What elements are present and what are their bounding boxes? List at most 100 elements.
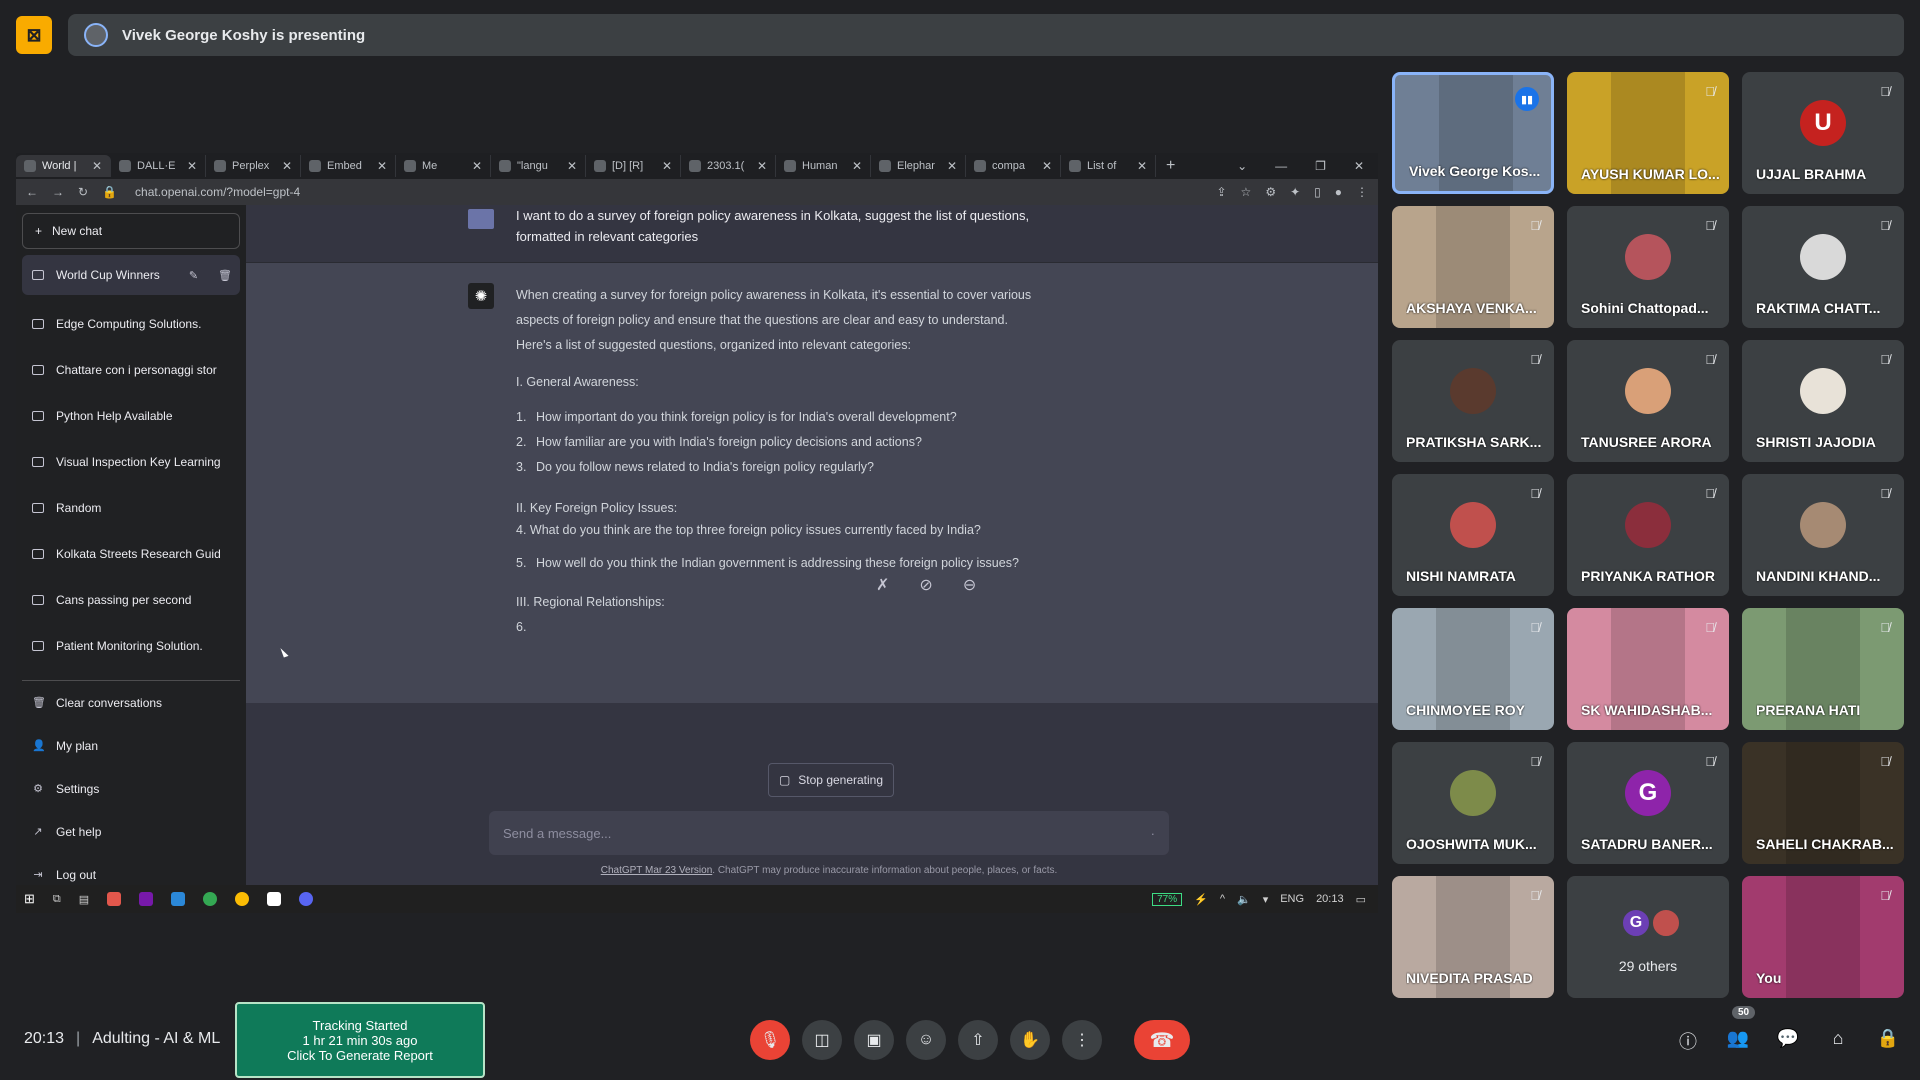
windows-start-icon[interactable]: ⊞ [24, 891, 35, 907]
new-tab-icon[interactable]: + [1156, 157, 1185, 175]
browser-tab[interactable]: DALL·E ✕ [111, 155, 206, 177]
url-field[interactable]: chat.openai.com/?model=gpt-4 [135, 185, 300, 199]
browser-tab[interactable]: Me ✕ [396, 155, 491, 177]
edit-icon[interactable]: ✎ [189, 269, 206, 282]
close-window-icon[interactable]: ✕ [1354, 159, 1364, 173]
network-icon[interactable]: ▾ [1263, 893, 1269, 906]
mic-off-icon[interactable]: 🎙 [750, 1020, 790, 1060]
browser-tab[interactable]: World | ✕ [16, 155, 111, 177]
browser-tab[interactable]: [D] [R] ✕ [586, 155, 681, 177]
people-icon[interactable]: 👥 50 [1726, 1006, 1756, 1054]
participant-tile[interactable]: 🎙̸ NISHI NAMRATA [1392, 474, 1554, 596]
notification-icon[interactable]: ▭ [1356, 893, 1366, 906]
participant-tile[interactable]: 🎙̸ PRATIKSHA SARK... [1392, 340, 1554, 462]
participant-tile[interactable]: 🎙̸ TANUSREE ARORA [1567, 340, 1729, 462]
participant-tile[interactable]: 🎙̸ OJOSHWITA MUK... [1392, 742, 1554, 864]
close-tab-icon[interactable]: ✕ [282, 159, 292, 173]
browser-tab[interactable]: Embed ✕ [301, 155, 396, 177]
minus-circle-icon[interactable]: ⊖ [963, 575, 976, 595]
camera-icon[interactable]: ◫ [802, 1020, 842, 1060]
stop-generating-button[interactable]: ▢ Stop generating [768, 763, 894, 797]
emoji-icon[interactable]: ☺ [906, 1020, 946, 1060]
participant-tile[interactable]: G 🎙̸ SATADRU BANER... [1567, 742, 1729, 864]
chrome-icon[interactable] [203, 892, 218, 906]
chat-history-item[interactable]: Visual Inspection Key Learning [22, 439, 240, 485]
participant-tile[interactable]: 🎙̸ SK WAHIDASHAB... [1567, 608, 1729, 730]
volume-icon[interactable]: 🔈 [1237, 893, 1251, 906]
app-icon[interactable] [171, 892, 186, 906]
chat-history-item[interactable]: Cans passing per second [22, 577, 240, 623]
chat-history-item[interactable]: Random [22, 485, 240, 531]
present-screen-icon[interactable]: ⇧ [958, 1020, 998, 1060]
browser-tab[interactable]: 2303.1(✕ [681, 155, 776, 177]
sidepanel-icon[interactable]: ▯ [1314, 185, 1321, 199]
participant-tile[interactable]: 🎙̸ NIVEDITA PRASAD [1392, 876, 1554, 998]
chat-history-item[interactable]: Kolkata Streets Research Guid [22, 531, 240, 577]
language-indicator[interactable]: ENG [1280, 893, 1304, 905]
participant-tile[interactable]: 🎙̸ SAHELI CHAKRAB... [1742, 742, 1904, 864]
send-icon[interactable]: · [1151, 826, 1155, 841]
tab-search-icon[interactable]: ⌄ [1237, 159, 1247, 173]
onenote-icon[interactable] [139, 892, 154, 906]
info-icon[interactable]: ⓘ [1676, 1028, 1700, 1054]
version-link[interactable]: ChatGPT Mar 23 Version [601, 865, 713, 876]
sidebar-menu-item[interactable]: 👤 My plan [22, 724, 240, 767]
chat-history-item[interactable]: Python Help Available [22, 393, 240, 439]
activities-icon[interactable]: ⌂ [1826, 1028, 1850, 1054]
app-icon[interactable] [107, 892, 122, 906]
explorer-icon[interactable]: ▤ [79, 893, 89, 906]
raise-hand-icon[interactable]: ✋ [1010, 1020, 1050, 1060]
participant-tile[interactable]: 🎙̸ Sohini Chattopad... [1567, 206, 1729, 328]
close-tab-icon[interactable]: ✕ [472, 159, 482, 173]
participant-tile[interactable]: ▮▮ Vivek George Kos... [1392, 72, 1554, 194]
close-tab-icon[interactable]: ✕ [947, 159, 957, 173]
participant-tile[interactable]: G 29 others [1567, 876, 1729, 998]
sidebar-menu-item[interactable]: 🗑 Clear conversations [22, 681, 240, 724]
close-tab-icon[interactable]: ✕ [757, 159, 767, 173]
close-tab-icon[interactable]: ✕ [1137, 159, 1147, 173]
chat-icon[interactable]: 💬 [1776, 1028, 1800, 1054]
chat-history-item[interactable]: Chattare con i personaggi stor [22, 347, 240, 393]
extension-icon[interactable]: ⚙ [1265, 185, 1276, 199]
captions-icon[interactable]: ▣ [854, 1020, 894, 1060]
close-tab-icon[interactable]: ✕ [1042, 159, 1052, 173]
browser-tab[interactable]: Elephar ✕ [871, 155, 966, 177]
more-options-icon[interactable]: ⋮ [1062, 1020, 1102, 1060]
browser-tab[interactable]: Perplex ✕ [206, 155, 301, 177]
close-tab-icon[interactable]: ✕ [662, 159, 672, 173]
tracking-report-button[interactable]: Tracking Started 1 hr 21 min 30s ago Cli… [235, 1002, 485, 1078]
share-icon[interactable]: ⇪ [1216, 185, 1226, 199]
chat-history-item[interactable]: Edge Computing Solutions. [22, 301, 240, 347]
browser-tab[interactable]: Human ✕ [776, 155, 871, 177]
stop-presenting-icon[interactable]: ⊠ [16, 16, 52, 54]
chrome-icon[interactable] [235, 892, 250, 906]
message-input[interactable]: Send a message... · [489, 811, 1169, 855]
back-icon[interactable]: ← [26, 185, 38, 199]
reload-icon[interactable]: ↻ [78, 185, 88, 199]
chat-history-item[interactable]: Patient Monitoring Solution. [22, 623, 240, 669]
participant-tile[interactable]: 🎙̸ You [1742, 876, 1904, 998]
maximize-icon[interactable]: ❐ [1315, 159, 1326, 173]
participant-tile[interactable]: 🎙̸ CHINMOYEE ROY [1392, 608, 1554, 730]
participant-tile[interactable]: 🎙̸ NANDINI KHAND... [1742, 474, 1904, 596]
browser-tab[interactable]: "langu ✕ [491, 155, 586, 177]
chat-history-item[interactable]: World Cup Winners ✎ 🗑 [22, 255, 240, 295]
close-tab-icon[interactable]: ✕ [567, 159, 577, 173]
new-chat-button[interactable]: + New chat [22, 213, 240, 249]
star-icon[interactable]: ☆ [1241, 185, 1252, 199]
crossed-pin-icon[interactable]: ✗ [876, 575, 889, 595]
participant-tile[interactable]: 🎙̸ AYUSH KUMAR LO... [1567, 72, 1729, 194]
trash-icon[interactable]: 🗑 [218, 269, 240, 282]
participant-tile[interactable]: U 🎙̸ UJJAL BRAHMA [1742, 72, 1904, 194]
sidebar-menu-item[interactable]: ⚙ Settings [22, 767, 240, 810]
end-call-icon[interactable]: ☎ [1134, 1020, 1190, 1060]
close-tab-icon[interactable]: ✕ [92, 159, 102, 173]
clock[interactable]: 20:13 [1316, 893, 1344, 905]
minimize-icon[interactable]: — [1275, 159, 1287, 173]
sidebar-menu-item[interactable]: ↗ Get help [22, 810, 240, 853]
tray-chevron-icon[interactable]: ^ [1220, 893, 1225, 905]
close-tab-icon[interactable]: ✕ [187, 159, 197, 173]
kebab-menu-icon[interactable]: ⋮ [1356, 185, 1368, 199]
app-icon[interactable] [299, 892, 314, 906]
participant-tile[interactable]: 🎙̸ RAKTIMA CHATT... [1742, 206, 1904, 328]
